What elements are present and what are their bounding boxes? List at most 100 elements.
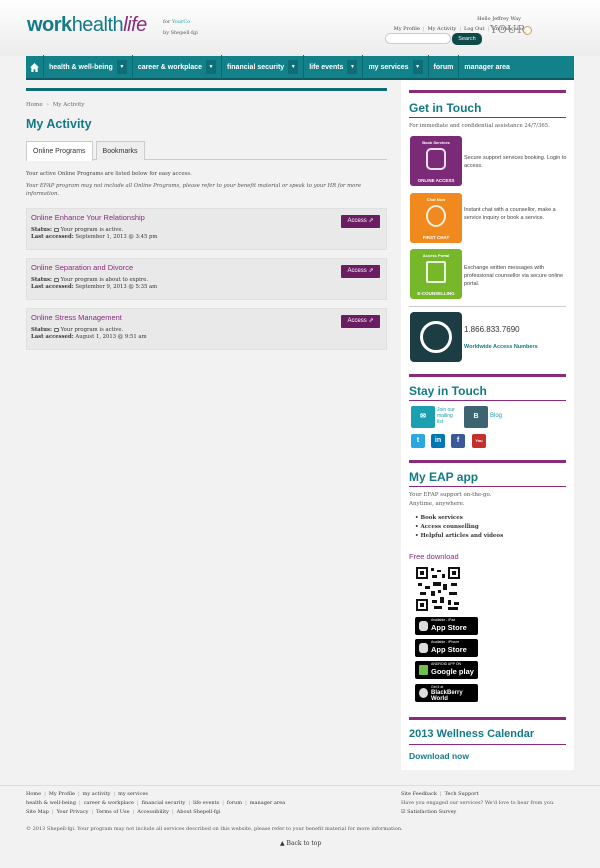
divider — [409, 117, 566, 118]
nav-forum[interactable]: forum — [429, 55, 460, 79]
online-access-text: Secure support services booking. Login t… — [464, 155, 567, 169]
arrow-up-icon: ▲ — [280, 840, 285, 847]
nav-career[interactable]: career & workplace ▼ — [133, 55, 222, 79]
worldwide-numbers-link[interactable]: Worldwide Access Numbers — [464, 344, 538, 350]
page-title: My Activity — [26, 117, 92, 131]
nav-health[interactable]: health & well-being ▼ — [44, 55, 133, 79]
unlock-icon — [53, 327, 59, 332]
mailing-list-link[interactable]: Join our mailing list — [437, 407, 459, 425]
youtube-icon[interactable]: You — [472, 434, 486, 448]
nav-financial[interactable]: financial security ▼ — [222, 55, 305, 79]
footer-link[interactable]: Home — [26, 791, 41, 797]
program-title[interactable]: Online Enhance Your Relationship — [31, 213, 382, 222]
download-now-link[interactable]: Download now — [409, 751, 566, 761]
program-title[interactable]: Online Separation and Divorce — [31, 263, 382, 272]
program-status: Your program is active. — [60, 227, 124, 233]
tab-online-programs[interactable]: Online Programs — [26, 141, 93, 161]
blackberry-icon — [419, 688, 428, 698]
online-access-button[interactable]: Book Services ONLINE ACCESS — [410, 136, 462, 186]
external-link-icon: ⇗ — [368, 268, 374, 274]
footer-link[interactable]: Site Map — [26, 809, 49, 815]
checkbox-icon: ☑ — [401, 809, 406, 815]
wellness-calendar-heading: 2013 Wellness Calendar — [409, 728, 535, 740]
nav-manager-area[interactable]: manager area — [459, 55, 515, 79]
footer-link[interactable]: life events — [193, 800, 219, 806]
chevron-down-icon[interactable]: ▼ — [116, 60, 127, 74]
nav-life-events[interactable]: life events ▼ — [304, 55, 364, 79]
chevron-down-icon[interactable]: ▼ — [206, 60, 216, 74]
intro-text: Your active Online Programs are listed b… — [26, 171, 192, 177]
e-counselling-button[interactable]: Access Portal E-COUNSELLING — [410, 249, 462, 299]
footer-link[interactable]: health & well-being — [26, 800, 76, 806]
breadcrumb-home[interactable]: Home — [26, 102, 43, 108]
footer-link[interactable]: my activity — [83, 791, 111, 797]
footer-link[interactable]: Your Privacy — [57, 809, 89, 815]
breadcrumb: Home › My Activity — [26, 102, 85, 108]
get-in-touch-subtitle: For immediate and confidential assistanc… — [409, 123, 550, 129]
program-title[interactable]: Online Stress Management — [31, 313, 382, 322]
home-icon[interactable] — [26, 55, 44, 79]
footer-link[interactable]: About Shepell·fgi — [177, 809, 221, 815]
access-button[interactable]: Access ⇗ — [341, 215, 380, 228]
footer-links-row: Home | My Profile | my activity | my services — [26, 791, 148, 797]
chat-people-icon — [426, 205, 446, 227]
program-card: Online Stress Management Status: Your pr… — [26, 308, 387, 350]
footer-link[interactable]: my services — [118, 791, 148, 797]
footer-link[interactable]: financial security — [142, 800, 186, 806]
chevron-down-icon[interactable]: ▼ — [412, 60, 423, 74]
access-button[interactable]: Access ⇗ — [341, 315, 380, 328]
chevron-down-icon[interactable]: ▼ — [347, 60, 358, 74]
site-footer: Home | My Profile | my activity | my services … — [0, 785, 600, 868]
list-item: • Book services — [415, 515, 463, 521]
search-input[interactable] — [385, 33, 451, 44]
get-in-touch-heading: Get in Touch — [409, 101, 482, 115]
phone-icon[interactable] — [410, 312, 462, 362]
linkedin-icon[interactable]: in — [431, 434, 445, 448]
footer-links-row: Site Map | Your Privacy | Terms of Use | Acces… — [26, 809, 221, 815]
first-chat-button[interactable]: Chat Now FIRST CHAT — [410, 193, 462, 243]
divider — [409, 486, 566, 487]
tab-bar: Online Programs Bookmarks — [26, 141, 387, 161]
apple-icon — [419, 621, 428, 631]
divider — [409, 460, 566, 463]
tab-bookmarks[interactable]: Bookmarks — [95, 141, 145, 160]
twitter-icon[interactable]: t — [411, 434, 425, 448]
footer-links-row: health & well-being | career & workplace | f… — [26, 800, 286, 806]
blackberry-world-badge[interactable]: Get it at BlackBerry World — [415, 684, 478, 702]
site-feedback-link[interactable]: Site Feedback — [401, 791, 437, 797]
search-button[interactable]: Search — [452, 33, 482, 45]
my-profile-link[interactable]: My Profile — [394, 26, 420, 32]
footer-link[interactable]: forum — [227, 800, 242, 806]
iphone-app-store-badge[interactable]: Available - iPhone App Store — [415, 639, 478, 657]
divider — [26, 88, 387, 91]
external-link-icon: ⇗ — [368, 318, 374, 324]
footer-link[interactable]: career & workplace — [84, 800, 134, 806]
sidebar: Get in Touch For immediate and confident… — [401, 80, 574, 770]
footer-link[interactable]: Accessibility — [137, 809, 169, 815]
access-button[interactable]: Access ⇗ — [341, 265, 380, 278]
blog-link[interactable]: Blog — [490, 413, 502, 419]
qr-code — [415, 566, 461, 612]
eap-app-heading: My EAP app — [409, 470, 479, 484]
my-activity-link[interactable]: My Activity — [428, 26, 457, 32]
breadcrumb-current: My Activity — [52, 102, 85, 108]
nav-my-services[interactable]: my services ▼ — [363, 55, 429, 79]
last-accessed: September 9, 2013 @ 5:35 am — [75, 284, 158, 290]
satisfaction-survey-link[interactable]: ☑ Satisfaction Survey — [401, 808, 456, 817]
divider — [409, 306, 566, 307]
logout-link[interactable]: Log Out — [464, 26, 484, 32]
google-play-badge[interactable]: ANDROID APP ON Google play — [415, 661, 478, 679]
first-chat-text: Instant chat with a counsellor, make a s… — [464, 207, 556, 221]
blog-icon[interactable]: B — [464, 406, 488, 428]
site-logo[interactable]: workhealthlife — [27, 14, 147, 37]
chevron-down-icon[interactable]: ▼ — [288, 60, 299, 74]
tech-support-link[interactable]: Tech Support — [445, 791, 479, 797]
footer-link[interactable]: My Profile — [49, 791, 75, 797]
ipad-app-store-badge[interactable]: Available - iPad App Store — [415, 617, 478, 635]
footer-link[interactable]: manager area — [250, 800, 285, 806]
company-name: YourCo — [171, 19, 191, 25]
facebook-icon[interactable]: f — [451, 434, 465, 448]
footer-link[interactable]: Terms of Use — [96, 809, 129, 815]
mail-icon[interactable]: ✉ — [411, 406, 435, 428]
back-to-top-link[interactable]: ▲ Back to top — [280, 839, 321, 848]
